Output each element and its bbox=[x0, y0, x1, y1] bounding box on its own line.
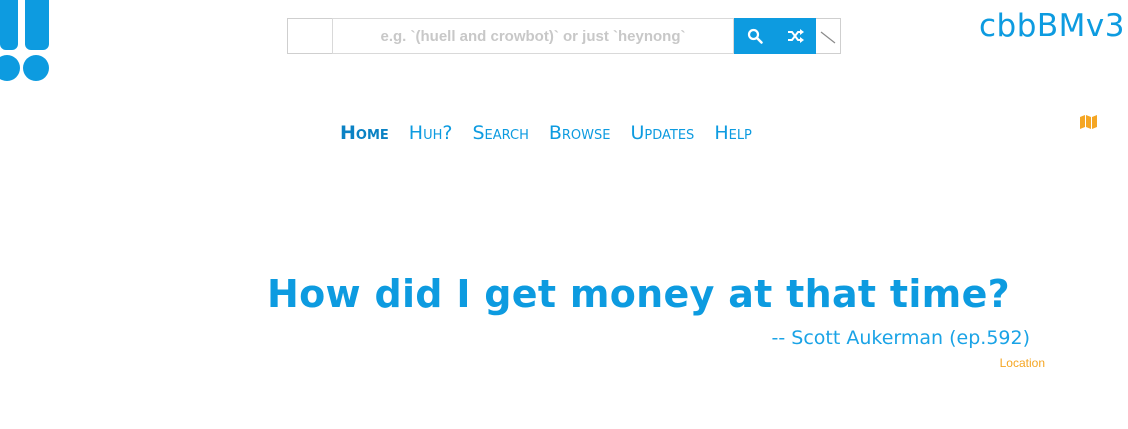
search-filter-select[interactable] bbox=[287, 18, 332, 54]
search-input[interactable] bbox=[332, 18, 734, 54]
logo-dot-right bbox=[23, 55, 49, 81]
nav-updates[interactable]: Updates bbox=[630, 122, 694, 144]
slash-icon bbox=[820, 31, 836, 44]
nav-browse[interactable]: Browse bbox=[549, 122, 611, 144]
search-button[interactable] bbox=[734, 18, 775, 54]
nav-help[interactable]: Help bbox=[714, 122, 752, 144]
random-button[interactable] bbox=[775, 18, 816, 54]
site-title[interactable]: cbbBMv3 bbox=[979, 8, 1125, 44]
nav-home[interactable]: Home bbox=[340, 122, 389, 144]
quote-attribution[interactable]: -- Scott Aukerman (ep.592) bbox=[772, 327, 1030, 349]
nav-search[interactable]: Search bbox=[472, 122, 528, 144]
logo-bar-left bbox=[0, 0, 18, 50]
nav-huh[interactable]: Huh? bbox=[409, 122, 453, 144]
logo-dot-left bbox=[0, 55, 20, 81]
main-nav: Home Huh? Search Browse Updates Help bbox=[340, 122, 752, 144]
logo-bar-right bbox=[25, 0, 49, 50]
location-link[interactable]: Location bbox=[1000, 356, 1045, 370]
search-bar bbox=[287, 18, 841, 54]
search-options-toggle[interactable] bbox=[816, 18, 841, 54]
quote-text: How did I get money at that time? bbox=[267, 272, 1010, 316]
search-icon bbox=[747, 28, 763, 44]
site-logo[interactable] bbox=[0, 0, 60, 90]
map-icon[interactable] bbox=[1080, 115, 1098, 129]
shuffle-icon bbox=[787, 29, 804, 43]
